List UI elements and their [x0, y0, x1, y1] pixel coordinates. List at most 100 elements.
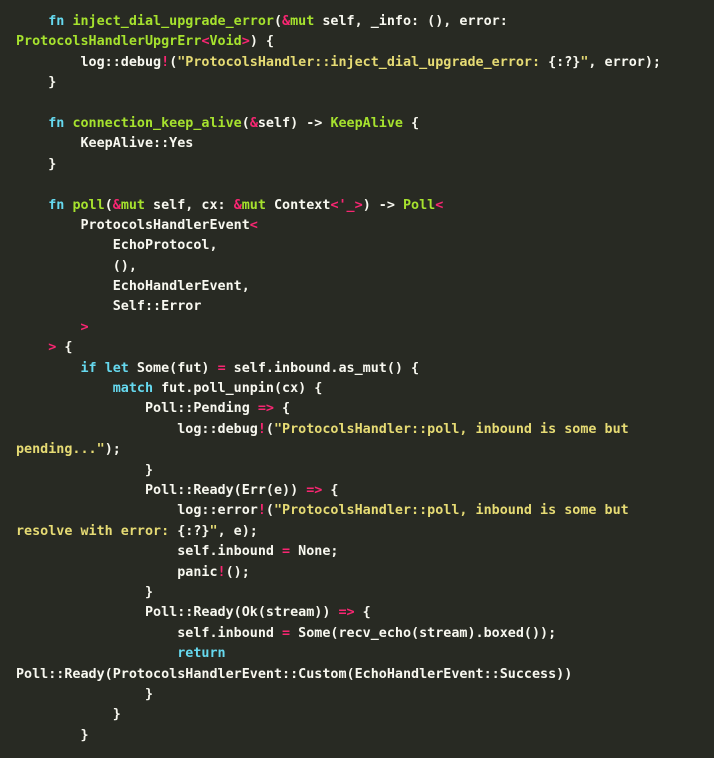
- code-line[interactable]: }: [0, 726, 714, 746]
- code-token: >: [80, 319, 89, 335]
- code-line[interactable]: pending...");: [0, 440, 714, 460]
- code-line[interactable]: ProtocolsHandlerUpgrErr<Void>) {: [0, 32, 714, 52]
- code-line[interactable]: Poll::Ready(Err(e)) => {: [0, 481, 714, 501]
- code-line[interactable]: Poll::Ready(ProtocolsHandlerEvent::Custo…: [0, 665, 714, 685]
- code-line[interactable]: Poll::Pending => {: [0, 399, 714, 419]
- code-line[interactable]: }: [0, 705, 714, 725]
- code-token: !: [217, 564, 226, 580]
- code-token: match: [112, 381, 154, 397]
- code-line[interactable]: log::debug!("ProtocolsHandler::poll, inb…: [0, 420, 714, 440]
- code-line[interactable]: }: [0, 685, 714, 705]
- code-line[interactable]: KeepAlive::Yes: [0, 134, 714, 154]
- code-token: Context: [265, 197, 331, 213]
- code-line[interactable]: fn poll(&mut self, cx: &mut Context<'_>)…: [0, 196, 714, 216]
- code-line[interactable]: }: [0, 461, 714, 481]
- code-token: fut.poll_unpin(cx) {: [153, 381, 323, 397]
- code-line[interactable]: fn inject_dial_upgrade_error(&mut self, …: [0, 12, 714, 32]
- code-token: poll: [72, 197, 105, 213]
- code-token: self.inbound.as_mut() {: [225, 360, 420, 376]
- code-line[interactable]: ProtocolsHandlerEvent<: [0, 216, 714, 236]
- code-token: !: [257, 503, 266, 519]
- code-line[interactable]: if let Some(fut) = self.inbound.as_mut()…: [0, 359, 714, 379]
- code-token: Self::Error: [16, 299, 202, 315]
- code-line[interactable]: log::debug!("ProtocolsHandler::inject_di…: [0, 53, 714, 73]
- code-line[interactable]: }: [0, 583, 714, 603]
- code-line[interactable]: }: [0, 155, 714, 175]
- code-line[interactable]: resolve with error: {:?}", e);: [0, 522, 714, 542]
- code-line[interactable]: panic!();: [0, 563, 714, 583]
- code-token: inject_dial_upgrade_error: [72, 14, 274, 29]
- code-token: =: [282, 544, 291, 560]
- code-token: <: [249, 217, 258, 233]
- code-token: self.inbound: [16, 544, 283, 560]
- code-token: <: [201, 34, 210, 50]
- code-line[interactable]: (),: [0, 257, 714, 277]
- code-token: }: [16, 727, 89, 743]
- code-line[interactable]: > {: [0, 338, 714, 358]
- code-line[interactable]: [0, 175, 714, 195]
- code-token: panic: [16, 564, 218, 580]
- code-line[interactable]: fn connection_keep_alive(&self) -> KeepA…: [0, 114, 714, 134]
- code-token: mut: [120, 197, 145, 213]
- code-line[interactable]: return: [0, 644, 714, 664]
- code-token: resolve with error:: [16, 523, 178, 539]
- code-token: , e);: [217, 523, 258, 539]
- code-token: }: [16, 584, 154, 600]
- code-token: mut: [241, 197, 266, 213]
- code-token: <: [435, 197, 444, 213]
- code-line[interactable]: Self::Error: [0, 297, 714, 317]
- code-token: pending...": [16, 442, 105, 458]
- code-token: &: [233, 197, 242, 213]
- code-token: !: [161, 54, 170, 70]
- code-editor-viewport[interactable]: fn inject_dial_upgrade_error(&mut self, …: [0, 0, 714, 758]
- code-line[interactable]: Poll::Ready(Ok(stream)) => {: [0, 603, 714, 623]
- code-token: {: [354, 605, 371, 621]
- code-token: }: [16, 707, 121, 723]
- code-token: mut: [290, 14, 315, 29]
- code-line[interactable]: self.inbound = None;: [0, 542, 714, 562]
- code-token: if: [80, 360, 97, 376]
- code-line[interactable]: self.inbound = Some(recv_echo(stream).bo…: [0, 624, 714, 644]
- code-token: >: [241, 34, 250, 50]
- code-line[interactable]: log::error!("ProtocolsHandler::poll, inb…: [0, 501, 714, 521]
- code-token: let: [104, 360, 129, 376]
- code-token: {: [322, 482, 339, 498]
- code-line[interactable]: }: [0, 73, 714, 93]
- code-token: return: [177, 646, 226, 662]
- code-line[interactable]: >: [0, 318, 714, 338]
- code-token: {:?}: [177, 523, 210, 539]
- code-token: =: [282, 625, 291, 641]
- code-token: EchoHandlerEvent,: [16, 279, 250, 295]
- code-token: Poll::Pending: [16, 401, 258, 417]
- code-token: self.inbound: [16, 625, 283, 641]
- code-token: self, _info: (), error:: [314, 14, 508, 29]
- code-line[interactable]: [0, 94, 714, 114]
- code-token: =>: [338, 605, 355, 621]
- code-token: }: [16, 686, 154, 702]
- code-token: (),: [16, 258, 137, 274]
- code-line[interactable]: EchoHandlerEvent,: [0, 277, 714, 297]
- code-token: ProtocolsHandlerEvent: [16, 217, 250, 233]
- code-token: =>: [306, 482, 323, 498]
- code-token: !: [257, 421, 266, 437]
- code-token: fn: [48, 14, 65, 29]
- code-token: }: [16, 75, 57, 91]
- code-token: "ProtocolsHandler::poll, inbound is some…: [273, 503, 629, 519]
- code-token: ProtocolsHandlerUpgrErr: [16, 34, 202, 50]
- code-token: log::error: [16, 503, 258, 519]
- code-token: {:?}: [548, 54, 581, 70]
- code-token: =>: [257, 401, 274, 417]
- code-line[interactable]: match fut.poll_unpin(cx) {: [0, 379, 714, 399]
- code-token: Poll::Ready(ProtocolsHandlerEvent::Custo…: [16, 666, 573, 682]
- code-line[interactable]: EchoProtocol,: [0, 236, 714, 256]
- code-token: =: [217, 360, 226, 376]
- code-token: {: [403, 115, 420, 131]
- code-token: , error);: [588, 54, 661, 70]
